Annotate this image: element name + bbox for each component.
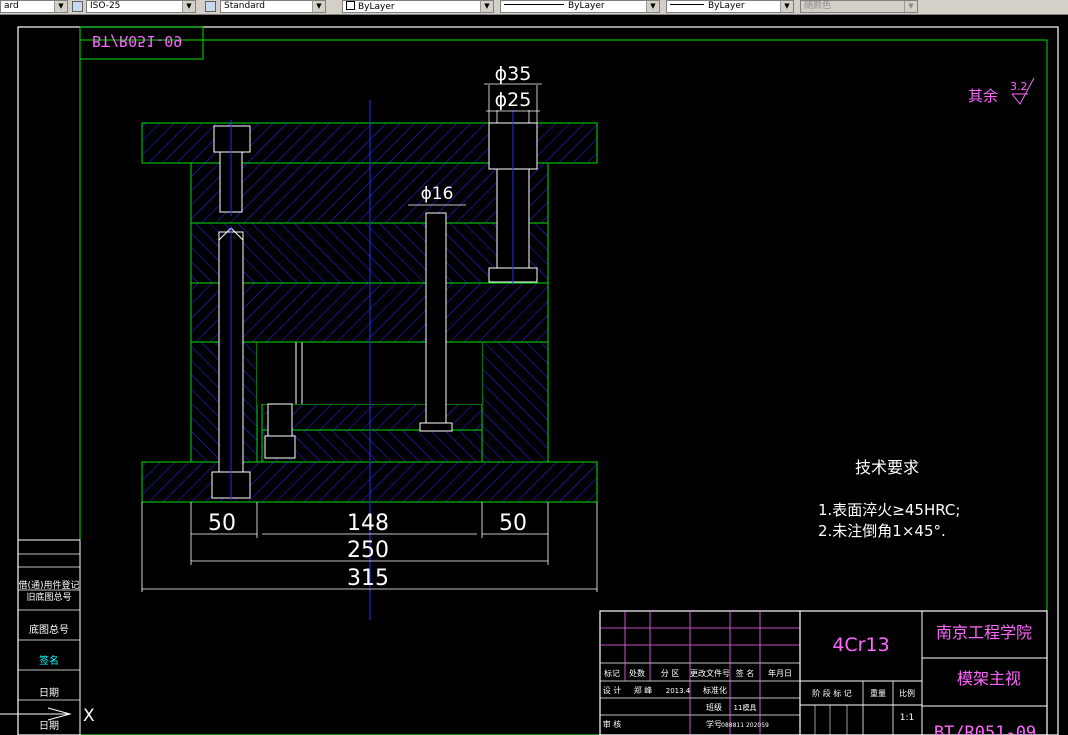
chevron-down-icon: ▼ [54,1,67,12]
svg-text:分 区: 分 区 [661,669,680,678]
side-table-row2: 旧底图总号 [26,591,71,603]
return-pin-head [419,422,453,432]
text-style-value: ard [4,1,19,11]
svg-text:郑 峰: 郑 峰 [634,685,653,695]
lineweight-value: ByLayer [708,1,745,11]
linetype-value: ByLayer [568,1,605,11]
scale-value: 1:1 [900,713,914,723]
svg-text:班级: 班级 [706,702,722,712]
mirrored-code: BT/R051-09 [92,32,182,50]
title-block: 4Cr13 南京工程学院 模架主视 BT/R051-09 标记 处数 分 区 更… [599,610,1048,735]
linetype-select[interactable]: ByLayer ▼ [500,0,660,13]
svg-text:审 核: 审 核 [603,719,622,729]
chevron-down-icon: ▼ [182,1,195,12]
svg-text:签 名: 签 名 [736,668,755,678]
plotstyle-select[interactable]: 随颜色 ▼ [800,0,918,13]
drawing-code-text: BT/R051-09 [934,723,1036,735]
dim-250: 250 [347,538,389,563]
dim-315: 315 [347,566,389,591]
svg-text:标准化: 标准化 [703,685,727,695]
side-table-row3: 底图总号 [29,623,69,636]
dim-50-right: 50 [499,511,527,536]
side-table-row5: 日期 [39,687,59,699]
svg-text:11模具: 11模具 [734,703,757,712]
roughness-label: 其余 [968,87,998,105]
school-text: 南京工程学院 [936,623,1032,642]
svg-text:学号: 学号 [706,719,722,729]
side-table-row4: 签名 [39,654,59,667]
dim-50-left: 50 [208,511,236,536]
line-sample-icon [504,4,564,5]
color-swatch-icon [346,1,355,10]
svg-text:年月日: 年月日 [768,668,792,678]
plotstyle-value: 随颜色 [804,1,832,11]
chevron-down-icon: ▼ [480,1,493,12]
return-pin [425,212,447,424]
dim-d25: ϕ25 [495,89,532,111]
tech-requirement-1: 1.表面淬火≥45HRC; [818,501,960,519]
autocad-window: ard ▼ ISO-25 ▼ Standard ▼ ByLayer ▼ ByLayer ▼… [0,0,1068,735]
tech-requirement-2: 2.未注倒角1×45°. [818,522,946,540]
dim-style-icon[interactable] [72,1,83,12]
text-style-select[interactable]: ard ▼ [0,0,68,13]
dim-style-value: ISO-25 [90,1,121,11]
side-table-row1: 借(通)用件登记 [18,579,79,591]
material-text: 4Cr13 [832,634,889,656]
lineweight-select[interactable]: ByLayer ▼ [666,0,794,13]
line-sample-icon [670,4,704,5]
table-style-value: Standard [224,1,265,11]
chevron-down-icon: ▼ [646,1,659,12]
svg-text:处数: 处数 [629,668,645,678]
svg-text:2013.4: 2013.4 [666,687,691,695]
mirrored-code-text: BT/R051-09 [92,32,182,50]
svg-text:比例: 比例 [899,688,915,698]
table-style-select[interactable]: Standard ▼ [220,0,326,13]
svg-text:阶 段 标 记: 阶 段 标 记 [812,688,852,698]
dim-style-select[interactable]: ISO-25 ▼ [86,0,196,13]
chevron-down-icon: ▼ [312,1,325,12]
color-select[interactable]: ByLayer ▼ [342,0,494,13]
tech-requirements-title: 技术要求 [855,458,919,477]
svg-text:设 计: 设 计 [603,685,622,695]
drawing-name-text: 模架主视 [957,669,1021,688]
svg-text:088811 202059: 088811 202059 [721,722,769,729]
table-style-icon[interactable] [205,1,216,12]
dim-d35: ϕ35 [495,63,532,85]
ejector-screw [267,403,293,437]
side-table-row6: 日期 [39,720,59,732]
svg-text:标记: 标记 [604,668,620,678]
side-table: 借(通)用件登记 旧底图总号 底图总号 签名 日期 日期 [17,539,81,735]
chevron-down-icon: ▼ [780,1,793,12]
chevron-down-icon: ▼ [904,1,917,12]
linear-dimensions: 50 148 50 250 315 [141,502,598,592]
spacer-block-right [481,341,549,463]
color-value: ByLayer [358,2,395,12]
svg-text:X: X [83,706,95,726]
dim-d16: ϕ16 [421,184,454,204]
socket-screw-head [213,125,251,153]
svg-text:更改文件号: 更改文件号 [690,668,730,678]
dim-148: 148 [347,511,389,536]
drawing-canvas[interactable]: BT/R051-09 其余 3.2 ϕ35 ϕ25 ϕ16 50 148 50 … [0,14,1068,735]
svg-text:重量: 重量 [870,688,886,698]
roughness-value: 3.2 [1010,80,1028,93]
properties-toolbar: ard ▼ ISO-25 ▼ Standard ▼ ByLayer ▼ ByLayer ▼… [0,0,1068,15]
